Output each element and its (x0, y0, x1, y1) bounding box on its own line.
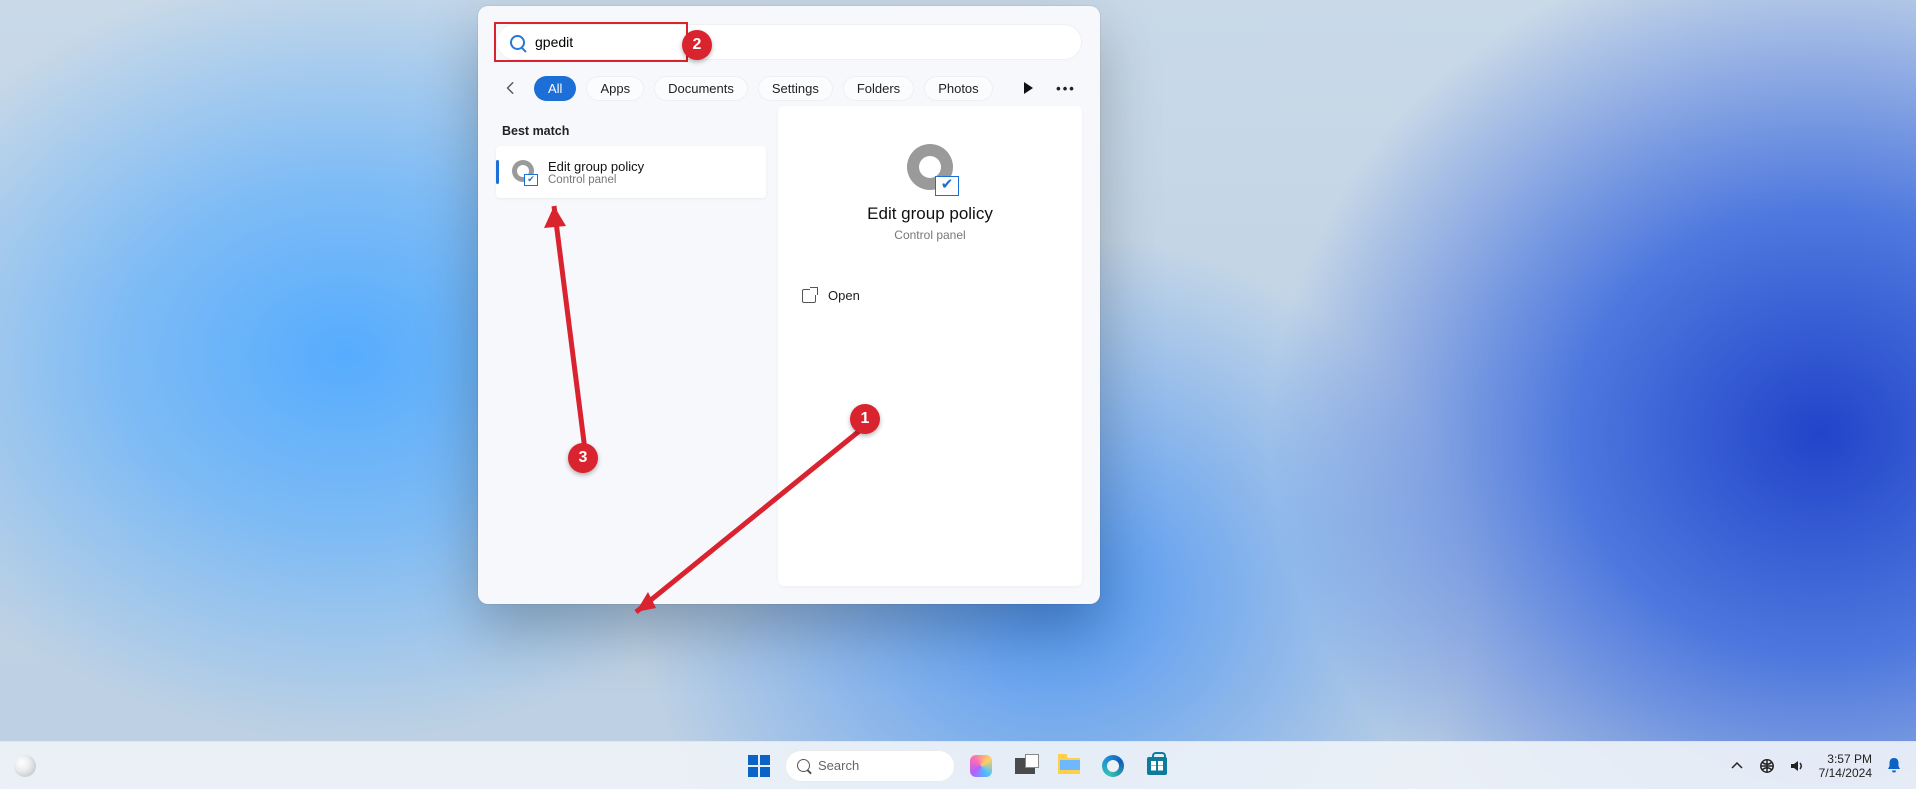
copilot-icon (970, 755, 992, 777)
taskbar-center: Search (741, 748, 1175, 784)
taskbar-tray: 3:57 PM 7/14/2024 (1725, 750, 1906, 782)
weather-icon (14, 755, 36, 777)
preview-open-action[interactable]: Open (796, 280, 1064, 311)
result-subtitle: Control panel (548, 174, 644, 186)
taskbar-edge[interactable] (1095, 748, 1131, 784)
preview-title: Edit group policy (796, 204, 1064, 224)
filter-all[interactable]: All (534, 76, 576, 101)
back-button[interactable] (498, 75, 524, 101)
filter-documents[interactable]: Documents (654, 76, 748, 101)
open-label: Open (828, 288, 860, 303)
clock-date: 7/14/2024 (1819, 766, 1872, 780)
result-edit-group-policy[interactable]: Edit group policy Control panel (496, 146, 766, 198)
globe-icon (1759, 758, 1775, 774)
clock-time: 3:57 PM (1819, 752, 1872, 766)
filter-settings[interactable]: Settings (758, 76, 833, 101)
windows-logo-icon (748, 755, 770, 777)
filter-photos[interactable]: Photos (924, 76, 992, 101)
taskbar-task-view[interactable] (1007, 748, 1043, 784)
tray-notifications[interactable] (1882, 750, 1906, 782)
search-highlight-button[interactable] (1014, 74, 1042, 102)
taskbar: Search (0, 741, 1916, 789)
taskbar-search[interactable]: Search (785, 750, 955, 782)
search-filter-row: All Apps Documents Settings Folders Phot… (496, 74, 1082, 102)
taskbar-store[interactable] (1139, 748, 1175, 784)
more-options-button[interactable]: ••• (1052, 74, 1080, 102)
arrow-left-icon (504, 81, 518, 95)
result-text: Edit group policy Control panel (548, 159, 644, 186)
result-title: Edit group policy (548, 159, 644, 174)
edge-icon (1102, 755, 1124, 777)
preview-subtitle: Control panel (796, 228, 1064, 242)
start-search-panel: All Apps Documents Settings Folders Phot… (478, 6, 1100, 604)
tray-language[interactable] (1755, 750, 1779, 782)
file-explorer-icon (1058, 758, 1080, 774)
play-icon (1022, 81, 1034, 95)
open-icon (802, 289, 816, 303)
filter-apps[interactable]: Apps (586, 76, 644, 101)
results-column: Best match Edit group policy Control pan… (496, 106, 766, 198)
taskbar-file-explorer[interactable] (1051, 748, 1087, 784)
taskbar-search-placeholder: Search (818, 758, 859, 773)
tray-volume[interactable] (1785, 750, 1809, 782)
volume-icon (1789, 758, 1805, 774)
taskbar-copilot[interactable] (963, 748, 999, 784)
search-icon (510, 35, 525, 50)
taskbar-clock[interactable]: 3:57 PM 7/14/2024 (1815, 752, 1876, 780)
ellipsis-icon: ••• (1056, 81, 1076, 96)
group-policy-icon (512, 160, 536, 184)
tray-overflow[interactable] (1725, 750, 1749, 782)
filter-folders[interactable]: Folders (843, 76, 914, 101)
taskbar-widgets[interactable] (14, 755, 36, 777)
task-view-icon (1015, 758, 1035, 774)
start-button[interactable] (741, 748, 777, 784)
store-icon (1147, 757, 1167, 775)
chevron-up-icon (1729, 758, 1745, 774)
best-match-heading: Best match (502, 124, 766, 138)
preview-pane: Edit group policy Control panel Open (778, 106, 1082, 586)
search-box[interactable] (496, 24, 1082, 60)
preview-app-icon (907, 144, 953, 190)
search-icon (797, 759, 810, 772)
search-input[interactable] (535, 34, 935, 50)
bell-icon (1886, 757, 1902, 775)
